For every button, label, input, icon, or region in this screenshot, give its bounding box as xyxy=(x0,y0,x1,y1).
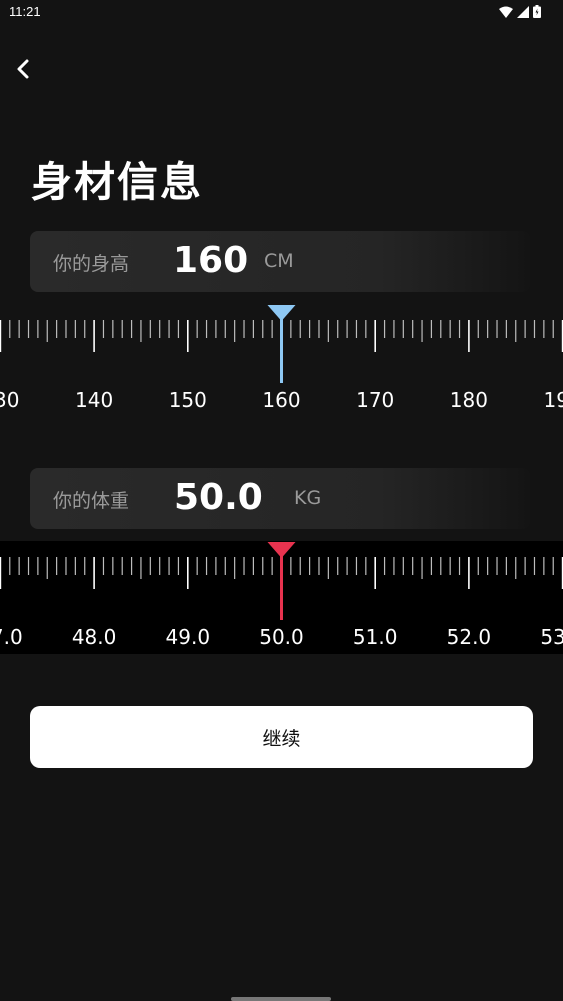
weight-ruler[interactable]: 47.0 48.0 49.0 50.0 51.0 52.0 53.0 xyxy=(0,541,563,654)
chevron-left-icon xyxy=(17,59,29,79)
page-title: 身材信息 xyxy=(31,158,203,206)
height-card: 你的身高 160 CM xyxy=(30,231,530,292)
wifi-icon xyxy=(499,6,513,18)
status-icons xyxy=(499,5,541,18)
weight-indicator-line xyxy=(280,555,283,620)
height-tick-label: 160 xyxy=(262,388,300,412)
height-ruler[interactable]: 130 140 150 160 170 180 190 xyxy=(0,304,563,417)
weight-tick-label: 51.0 xyxy=(353,625,398,649)
continue-button-label: 继续 xyxy=(262,727,301,750)
weight-tick-label: 47.0 xyxy=(0,625,23,649)
height-tick-label: 180 xyxy=(450,388,488,412)
weight-tick-label: 53.0 xyxy=(540,625,563,649)
weight-label: 你的体重 xyxy=(53,490,130,512)
height-label: 你的身高 xyxy=(53,253,130,275)
status-time: 11:21 xyxy=(9,4,41,19)
continue-button[interactable]: 继续 xyxy=(30,706,533,768)
weight-tick-label: 48.0 xyxy=(72,625,117,649)
height-ruler-svg: 130 140 150 160 170 180 190 xyxy=(0,305,563,412)
battery-icon xyxy=(533,5,541,18)
height-tick-label: 150 xyxy=(169,388,207,412)
height-value: 160 xyxy=(173,240,249,281)
height-indicator-line xyxy=(280,318,283,383)
weight-unit: KG xyxy=(294,487,322,509)
weight-ruler-svg: 47.0 48.0 49.0 50.0 51.0 52.0 53.0 xyxy=(0,542,563,649)
weight-tick-label: 49.0 xyxy=(166,625,211,649)
weight-card: 你的体重 50.0 KG xyxy=(30,468,530,529)
status-bar: 11:21 xyxy=(0,0,563,24)
height-tick-label: 170 xyxy=(356,388,394,412)
weight-tick-label: 52.0 xyxy=(447,625,492,649)
weight-tick-label: 50.0 xyxy=(259,625,304,649)
height-tick-label: 130 xyxy=(0,388,19,412)
weight-value: 50.0 xyxy=(174,477,263,518)
height-tick-label: 140 xyxy=(75,388,113,412)
height-unit: CM xyxy=(264,250,294,272)
height-tick-label: 190 xyxy=(544,388,563,412)
home-indicator xyxy=(231,997,331,1001)
signal-icon xyxy=(517,5,529,18)
back-button[interactable] xyxy=(10,56,36,82)
